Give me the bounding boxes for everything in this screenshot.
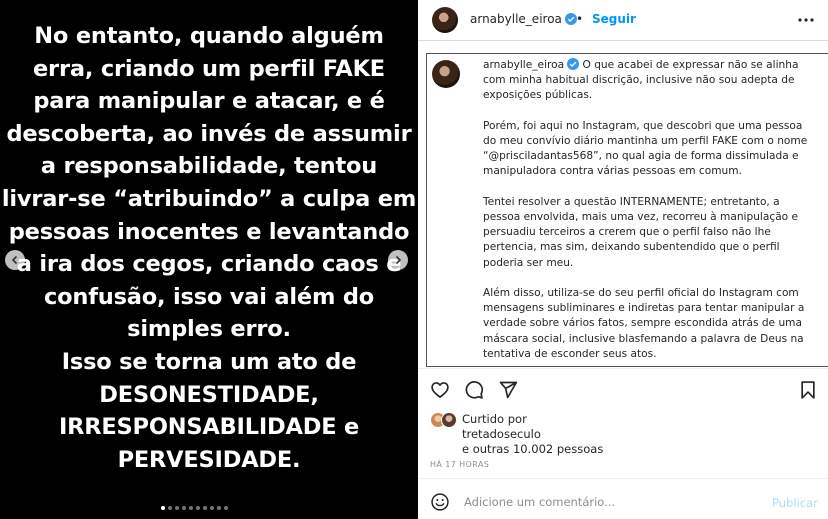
liker-avatars[interactable] — [430, 412, 462, 430]
caption-line: verdade sobre vários fatos, sempre escon… — [483, 317, 802, 330]
caption-line: máscara social, inclusive blasfemando a … — [483, 332, 804, 345]
liked-by-text: Curtido por tretadoseculo e outras 10.00… — [462, 412, 603, 457]
post-media[interactable]: No entanto, quando alguém erra, criando u… — [0, 0, 418, 519]
chevron-right-icon — [395, 255, 402, 265]
caption-line: “@prisciladantas568”, no qual agia de fo… — [483, 150, 799, 163]
slide-text-line: No entanto, quando alguém — [34, 23, 384, 49]
slide-text-line: DESONESTIDADE, — [99, 381, 319, 408]
post-side-panel: arnabylle_eiroa • Seguir arnabylle_eiroa… — [418, 0, 828, 519]
caption-line: com minha habitual discrição, inclusive … — [483, 74, 795, 87]
slide-text: No entanto, quando alguém erra, criando u… — [0, 20, 418, 476]
header-username-row[interactable]: arnabylle_eiroa — [470, 12, 577, 26]
caption-line: pertencia, mas sim, deixando subentendid… — [483, 241, 780, 254]
carousel-dot — [224, 506, 228, 510]
slide-text-line: erra, criando um perfil FAKE — [33, 55, 385, 82]
follow-button[interactable]: Seguir — [592, 12, 636, 26]
heart-icon[interactable] — [430, 380, 450, 400]
share-icon[interactable] — [498, 380, 518, 400]
carousel-dot — [175, 506, 179, 510]
caption-area[interactable]: arnabylle_eiroa O que acabei de expressa… — [426, 53, 828, 367]
caption-paragraph-3: Tentei resolver a questão INTERNAMENTE; … — [483, 195, 803, 271]
slide-text-line: IRRESPONSABILIDADE e — [58, 414, 360, 441]
next-slide-button[interactable] — [388, 250, 408, 270]
post-timestamp[interactable]: HÁ 17 HORAS — [430, 460, 489, 469]
caption-first-line: arnabylle_eiroa O que acabei de expressa… — [483, 58, 803, 73]
caption-paragraph-4: Além disso, utiliza-se do seu perfil ofi… — [483, 286, 805, 362]
caption-line: Além disso, utiliza-se do seu perfil ofi… — [483, 287, 799, 299]
post-header: arnabylle_eiroa • Seguir — [418, 0, 828, 41]
slide-text-line: descoberta, ao invés de assumir — [6, 120, 412, 147]
verified-badge-icon — [567, 58, 580, 70]
action-bar — [418, 368, 828, 408]
caption-line: Tentei resolver a questão INTERNAMENTE; … — [483, 195, 780, 208]
caption-line: exposições públicas. — [483, 89, 593, 102]
slide-text-line: confusão, isso vai além do — [43, 283, 374, 310]
previous-slide-button[interactable] — [5, 250, 25, 270]
liked-by-label: Curtido por — [462, 412, 527, 426]
chevron-left-icon — [11, 255, 18, 265]
carousel-dot — [182, 506, 186, 510]
caption-paragraph-1: com minha habitual discrição, inclusive … — [483, 73, 803, 103]
caption-paragraph-2: Porém, foi aqui no Instagram, que descob… — [483, 119, 808, 180]
caption-username[interactable]: arnabylle_eiroa — [483, 59, 564, 71]
slide-text-line: Isso se torna um ato de — [61, 348, 357, 375]
slide-text-line: livrar-se “atribuindo” a culpa em — [1, 185, 417, 212]
carousel-dot — [189, 506, 193, 510]
caption-line: tentativa de esconder seus atos. — [483, 347, 657, 360]
slide-text-line: PERVESIDADE. — [117, 446, 301, 473]
slide-text-line: a ira dos cegos, criando caos e — [16, 251, 402, 278]
comment-bar: Publicar — [418, 478, 828, 519]
carousel-dots — [161, 506, 228, 510]
comment-input[interactable] — [464, 491, 754, 513]
avatar[interactable] — [432, 7, 458, 33]
separator-dot: • — [576, 12, 584, 26]
carousel-dot — [168, 506, 172, 510]
caption-line: poderia ser meu. — [483, 256, 574, 269]
slide-text-line: para manipular e atacar, e é — [33, 88, 385, 115]
caption-line: pessoa envolvida, mais uma vez, recorreu… — [483, 211, 799, 223]
caption-line: manipuladora contra várias pessoas em co… — [483, 165, 742, 178]
publish-button[interactable]: Publicar — [772, 496, 818, 510]
caption-line: persuadiu terceiros a crerem que o perfi… — [483, 226, 771, 239]
carousel-dot — [217, 506, 221, 510]
slide-text-line: a responsabilidade, tentou — [40, 153, 378, 180]
emoji-icon[interactable] — [430, 492, 450, 512]
bookmark-icon[interactable] — [798, 380, 818, 400]
username[interactable]: arnabylle_eiroa — [470, 12, 562, 26]
slide-text-line: simples erro. — [127, 316, 291, 343]
more-horizontal-icon[interactable] — [796, 11, 816, 29]
caption-line: do meu convívio diário mantinha um perfi… — [483, 135, 808, 147]
liked-by-others[interactable]: e outras 10.002 pessoas — [462, 442, 603, 457]
carousel-dot — [196, 506, 200, 510]
caption-avatar[interactable] — [432, 60, 460, 88]
liker-avatar[interactable] — [441, 412, 457, 428]
caption-text: arnabylle_eiroa O que acabei de expressa… — [483, 58, 808, 366]
slide-text-line: pessoas inocentes e levantando — [8, 218, 410, 245]
carousel-dot — [203, 506, 207, 510]
liked-by-username[interactable]: tretadoseculo — [462, 427, 603, 442]
carousel-dot — [161, 506, 165, 510]
caption-first-line-text: O que acabei de expressar não se alinha — [582, 59, 799, 71]
caption-line: mensagens subliminares e indiretas para … — [483, 302, 805, 315]
carousel-dot — [210, 506, 214, 510]
comment-icon[interactable] — [464, 380, 484, 400]
caption-line: Porém, foi aqui no Instagram, que descob… — [483, 119, 803, 132]
